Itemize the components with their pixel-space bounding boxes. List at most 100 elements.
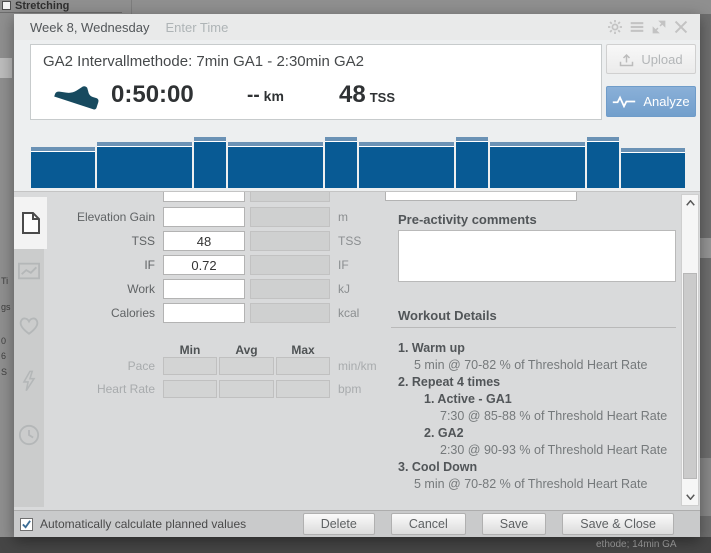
heart-rate-avg-input (219, 380, 274, 398)
waveform-icon (612, 95, 636, 108)
heart-rate-min-input (163, 380, 217, 398)
scroll-down-arrow-icon[interactable] (682, 489, 698, 505)
cancel-button[interactable]: Cancel (391, 513, 466, 535)
unit-label: bpm (338, 382, 361, 396)
graph-bar-ga2[interactable] (587, 137, 619, 188)
workout-title: GA2 Intervallmethode: 7min GA1 - 2:30min… (43, 53, 364, 70)
graph-bar-ga2[interactable] (194, 137, 226, 188)
step-name: 2. GA2 (424, 425, 678, 442)
stats-header-avg: Avg (219, 343, 274, 357)
completed-if-input (250, 255, 330, 275)
planned-elevation-gain-input[interactable] (163, 207, 245, 227)
graph-bar-cool-down[interactable] (621, 148, 685, 188)
pace-max-input (276, 357, 330, 375)
tss-value: 48 (339, 81, 366, 108)
unit-label: TSS (338, 234, 361, 248)
stats-header-min: Min (163, 343, 217, 357)
auto-calculate-checkbox[interactable] (20, 518, 33, 531)
planned-duration: 0:50:00 (111, 81, 194, 109)
distance-unit: km (264, 88, 284, 104)
unit-label: min/km (338, 359, 377, 373)
clipped-input (163, 192, 245, 202)
planned-distance: --km (247, 85, 284, 107)
background-calendar-top: Stretching (0, 0, 711, 14)
tss-unit: TSS (370, 90, 395, 105)
scrollbar-thumb[interactable] (683, 273, 697, 479)
close-icon[interactable] (674, 20, 688, 34)
workout-edit-dialog: Week 8, Wednesday Enter Time GA2 Interva… (14, 14, 700, 537)
field-label-elevation-gain: Elevation Gain (34, 210, 155, 224)
expand-icon[interactable] (652, 20, 666, 34)
step-name: 1. Warm up (398, 340, 678, 357)
workout-step: 2. GA22:30 @ 90-93 % of Threshold Heart … (424, 425, 678, 459)
graph-bar-ga1[interactable] (97, 142, 192, 188)
pre-activity-comments-title: Pre-activity comments (398, 212, 537, 227)
graph-bar-ga1[interactable] (490, 142, 585, 188)
background-divider (0, 12, 122, 13)
workout-step: 1. Warm up5 min @ 70-82 % of Threshold H… (398, 340, 678, 374)
running-shoe-icon (55, 77, 101, 111)
completed-tss-input (250, 231, 330, 251)
step-detail: 7:30 @ 85-88 % of Threshold Heart Rate (424, 408, 678, 425)
background-calendar-right (700, 14, 711, 537)
planned-if-input[interactable] (163, 255, 245, 275)
field-label-tss: TSS (34, 234, 155, 248)
background-calendar-left: Tigs06S (0, 14, 14, 537)
upload-label: Upload (641, 52, 682, 67)
upload-button[interactable]: Upload (606, 44, 696, 74)
field-label-if: IF (34, 258, 155, 272)
pace-avg-input (219, 357, 274, 375)
scroll-up-arrow-icon[interactable] (682, 195, 698, 211)
analyze-button[interactable]: Analyze (606, 86, 696, 117)
background-text-fragment: 0 (1, 336, 6, 346)
save-button[interactable]: Save (482, 513, 547, 535)
graph-bar-ga1[interactable] (359, 142, 454, 188)
enter-time-field[interactable]: Enter Time (165, 20, 228, 35)
graph-bar-ga1[interactable] (228, 142, 323, 188)
step-name: 1. Active - GA1 (424, 391, 678, 408)
step-detail: 5 min @ 70-82 % of Threshold Heart Rate (398, 476, 678, 493)
workout-details-divider (391, 327, 676, 328)
workout-structure-graph (31, 126, 687, 188)
auto-calculate-label: Automatically calculate planned values (40, 517, 246, 531)
planned-calories-input[interactable] (163, 303, 245, 323)
graph-bar-ga2[interactable] (325, 137, 357, 188)
pre-activity-comments-input[interactable] (398, 230, 676, 282)
unit-label: kJ (338, 282, 350, 296)
completed-work-input (250, 279, 330, 299)
workout-step: 1. Active - GA17:30 @ 85-88 % of Thresho… (424, 391, 678, 425)
save-close-button[interactable]: Save & Close (562, 513, 674, 535)
menu-icon[interactable] (630, 20, 644, 34)
gear-icon[interactable] (608, 20, 622, 34)
background-right-patch (700, 458, 711, 516)
graph-bar-warm-up[interactable] (31, 147, 95, 188)
distance-value: -- (247, 85, 260, 106)
stats-label-heart-rate: Heart Rate (34, 382, 155, 396)
step-name: 3. Cool Down (398, 459, 678, 476)
background-checkbox-icon (2, 1, 11, 10)
upload-icon (619, 52, 634, 67)
sidebar-tab-clock[interactable] (17, 422, 41, 448)
workout-details-title: Workout Details (398, 308, 497, 323)
workout-step: 3. Cool Down5 min @ 70-82 % of Threshold… (398, 459, 678, 493)
planned-work-input[interactable] (163, 279, 245, 299)
delete-button[interactable]: Delete (303, 513, 375, 535)
analyze-label: Analyze (643, 94, 689, 109)
planned-tss: 48 TSS (339, 81, 395, 109)
background-workout-label: Stretching (15, 0, 69, 12)
workout-details-list: 1. Warm up 5 min @ 70-82 % of Threshold H… (398, 340, 678, 493)
planned-tss-input[interactable] (163, 231, 245, 251)
dialog-header: Week 8, Wednesday Enter Time (14, 14, 700, 40)
step-detail: 2:30 @ 90-93 % of Threshold Heart Rate (424, 442, 678, 459)
clipped-input-disabled (250, 192, 330, 202)
checkmark-icon (21, 519, 32, 529)
graph-bar-ga2[interactable] (456, 137, 488, 188)
scrollbar[interactable] (681, 194, 699, 506)
heart-rate-max-input (276, 380, 330, 398)
completed-calories-input (250, 303, 330, 323)
background-workout-fragment: ethode; 14min GA (596, 539, 677, 550)
clipped-field (385, 192, 577, 201)
step-name: 2. Repeat 4 times (398, 374, 678, 391)
unit-label: kcal (338, 306, 359, 320)
background-right-patch (700, 238, 711, 258)
